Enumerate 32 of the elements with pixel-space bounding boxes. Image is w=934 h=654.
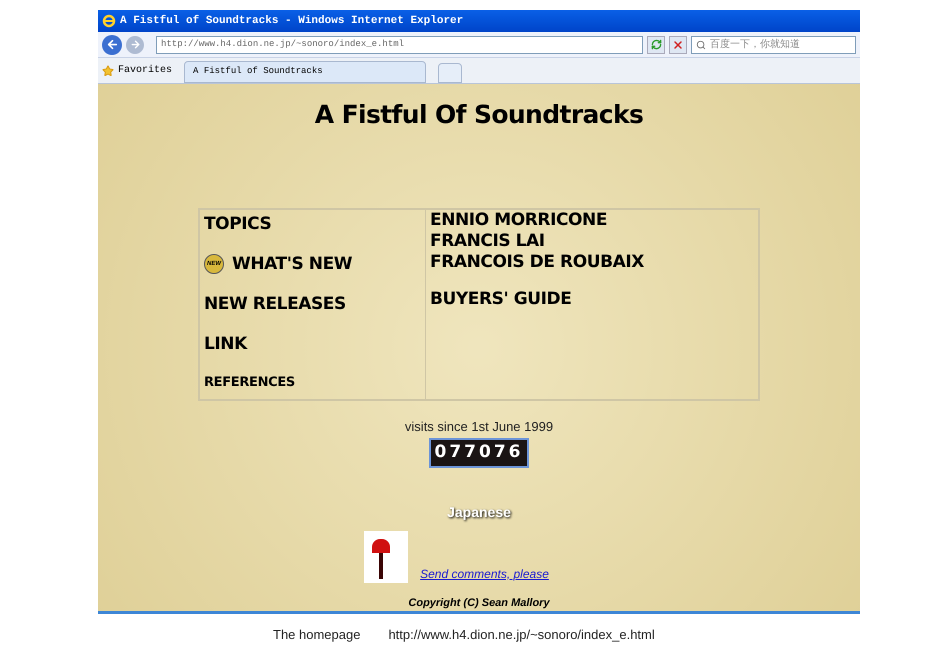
menu-link[interactable]: WHAT'S NEW <box>232 254 352 275</box>
forward-arrow-icon <box>130 39 140 50</box>
browser-tab[interactable]: A Fistful of Soundtracks <box>184 61 426 83</box>
menu-link[interactable]: BUYERS' GUIDE <box>430 289 572 310</box>
menu-link[interactable]: NEW RELEASES <box>204 294 346 316</box>
refresh-button[interactable] <box>647 36 665 54</box>
menu-link[interactable]: FRANCOIS DE ROUBAIX <box>430 252 644 274</box>
back-button[interactable] <box>102 34 122 54</box>
close-icon <box>672 38 684 50</box>
menu-link[interactable]: REFERENCES <box>204 374 295 391</box>
refresh-icon <box>650 39 662 50</box>
page-heading: A Fistful Of Soundtracks <box>314 99 644 131</box>
caption-url: http://www.h4.dion.ne.jp/~sonoro/index_e.html <box>388 626 655 644</box>
favorites-button[interactable]: Favorites <box>118 63 172 78</box>
comments-link[interactable]: Send comments, please <box>420 564 549 582</box>
visit-counter: 077076 <box>428 438 530 468</box>
forward-button[interactable] <box>126 36 144 54</box>
address-field[interactable]: http://www.h4.dion.ne.jp/~sonoro/index_e.html <box>156 36 643 54</box>
star-icon <box>102 64 114 76</box>
stop-button[interactable] <box>669 36 687 54</box>
menu-link[interactable]: LINK <box>204 334 247 356</box>
new-tab-button[interactable] <box>438 63 462 83</box>
menu-link[interactable]: FRANCIS LAI <box>430 230 545 252</box>
menu-link[interactable]: ENNIO MORRICONE <box>430 210 608 231</box>
mailbox-picture <box>364 530 408 582</box>
menu-link[interactable]: TOPICS <box>204 214 272 235</box>
caption-label: The homepage <box>273 626 360 644</box>
browser-logo-icon <box>102 14 116 28</box>
visits-text: visits since 1st June 1999 <box>404 418 554 436</box>
copyright-text: Copyright (C) Sean Mallory <box>408 596 550 610</box>
back-arrow-icon <box>106 38 118 51</box>
window-title: A Fistful of Soundtracks - Windows Internet Explorer <box>120 14 464 29</box>
